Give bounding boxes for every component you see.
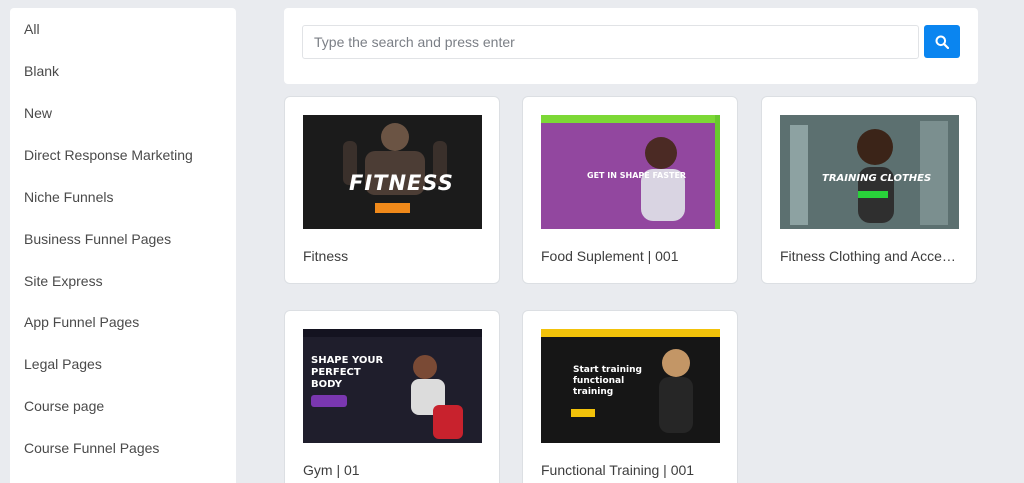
search-button[interactable] bbox=[924, 25, 960, 58]
search-panel bbox=[284, 8, 978, 84]
template-title: Functional Training | 001 bbox=[541, 462, 695, 478]
sidebar-item-app-funnel-pages[interactable]: App Funnel Pages bbox=[24, 314, 139, 330]
template-preview-graphic bbox=[780, 115, 959, 229]
template-card[interactable]: Start training functional training Funct… bbox=[522, 310, 738, 483]
sidebar-item-direct-response-marketing[interactable]: Direct Response Marketing bbox=[24, 147, 193, 163]
search-input[interactable] bbox=[302, 25, 919, 59]
sidebar-item-site-express[interactable]: Site Express bbox=[24, 273, 103, 289]
sidebar-item-all[interactable]: All bbox=[24, 21, 40, 37]
template-title: Gym | 01 bbox=[303, 462, 360, 478]
sidebar-item-legal-pages[interactable]: Legal Pages bbox=[24, 356, 102, 372]
template-card[interactable]: SHAPE YOUR PERFECT BODY Gym | 01 bbox=[284, 310, 500, 483]
sidebar-item-business-funnel-pages[interactable]: Business Funnel Pages bbox=[24, 231, 171, 247]
sidebar-item-niche-funnels[interactable]: Niche Funnels bbox=[24, 189, 114, 205]
template-thumbnail: Start training functional training bbox=[541, 329, 720, 443]
template-thumb-heading: TRAINING CLOTHES bbox=[822, 173, 932, 184]
template-card[interactable]: GET IN SHAPE FASTER Food Suplement | 001 bbox=[522, 96, 738, 284]
template-thumb-heading: FITNESS bbox=[349, 171, 454, 195]
sidebar-item-blank[interactable]: Blank bbox=[24, 63, 59, 79]
template-thumb-heading: GET IN SHAPE FASTER bbox=[587, 171, 687, 180]
template-title: Food Suplement | 001 bbox=[541, 248, 679, 264]
template-thumbnail: GET IN SHAPE FASTER bbox=[541, 115, 720, 229]
template-thumb-heading: SHAPE YOUR PERFECT BODY bbox=[311, 355, 384, 390]
sidebar-item-course-page[interactable]: Course page bbox=[24, 398, 104, 414]
template-title: Fitness bbox=[303, 248, 349, 264]
sidebar-item-course-funnel-pages[interactable]: Course Funnel Pages bbox=[24, 440, 159, 456]
template-card[interactable]: FITNESS Fitness bbox=[284, 96, 500, 284]
template-thumb-heading: Start training functional training bbox=[573, 365, 642, 397]
template-thumbnail: SHAPE YOUR PERFECT BODY bbox=[303, 329, 482, 443]
template-card[interactable]: TRAINING CLOTHES Fitness Clothing and Ac… bbox=[761, 96, 977, 284]
template-thumbnail: FITNESS bbox=[303, 115, 482, 229]
category-sidebar: All Blank New Direct Response Marketing … bbox=[10, 8, 236, 483]
template-thumbnail: TRAINING CLOTHES bbox=[780, 115, 959, 229]
template-title: Fitness Clothing and Accessories bbox=[780, 248, 962, 264]
search-icon bbox=[935, 35, 949, 49]
sidebar-item-new[interactable]: New bbox=[24, 105, 52, 121]
